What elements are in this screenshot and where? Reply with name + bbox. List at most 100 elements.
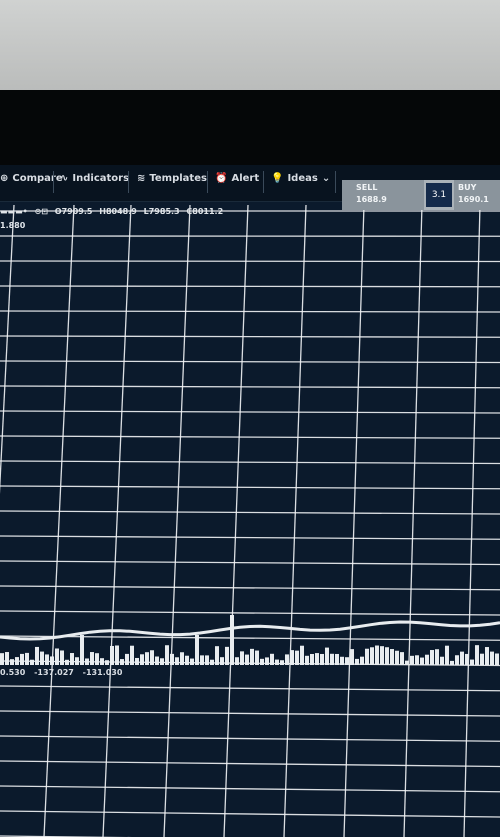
grid-line-horizontal xyxy=(0,460,500,465)
volume-bar xyxy=(325,647,329,665)
grid-line-horizontal xyxy=(0,560,500,566)
volume-bar xyxy=(285,654,289,665)
grid-line-horizontal xyxy=(0,710,500,717)
volume-bar xyxy=(140,654,144,665)
volume-bar xyxy=(450,660,454,665)
ohlc-legend: ▬▬▬• ⊙⊡ O7909.5 H8048.9 L7985.3 C8011.2 xyxy=(0,207,227,216)
volume-bar xyxy=(245,654,249,665)
volume-bar xyxy=(280,660,284,665)
volume-bar xyxy=(165,645,169,665)
volume-bar xyxy=(110,645,114,665)
volume-bar xyxy=(10,659,14,665)
grid-line-horizontal xyxy=(0,360,500,364)
chart-grid xyxy=(0,204,500,837)
toolbar-divider xyxy=(53,171,54,193)
volume-bar xyxy=(240,651,244,665)
volume-bar xyxy=(265,657,269,665)
volume-bar xyxy=(215,646,219,665)
grid-line-horizontal xyxy=(0,485,500,490)
grid-line-horizontal xyxy=(0,760,500,768)
grid-line-vertical xyxy=(0,204,15,495)
volume-bar xyxy=(455,655,459,665)
ideas-button[interactable]: 💡 Ideas ⌄ xyxy=(271,173,330,184)
volume-bar xyxy=(415,655,419,665)
grid-line-horizontal xyxy=(0,735,500,742)
volume-bar xyxy=(50,656,54,665)
grid-line-vertical xyxy=(223,204,249,837)
high-value: H8048.9 xyxy=(99,207,137,216)
volume-bar xyxy=(425,654,429,665)
spread-value: 3.1 xyxy=(426,183,452,207)
volume-bar xyxy=(270,653,274,665)
volume-bar xyxy=(395,650,399,665)
volume-bar xyxy=(360,656,364,665)
volume-bar xyxy=(235,657,239,665)
volume-bar xyxy=(145,652,149,665)
volume-bar xyxy=(125,653,129,665)
volume-bar xyxy=(90,652,94,665)
volume-bar xyxy=(105,660,109,665)
volume-bar xyxy=(375,645,379,665)
volume-bar xyxy=(410,655,414,665)
grid-line-horizontal xyxy=(0,535,500,540)
grid-line-vertical xyxy=(102,204,132,837)
grid-line-horizontal xyxy=(0,635,500,641)
volume-bar xyxy=(195,635,199,665)
grid-line-horizontal xyxy=(0,335,500,338)
toolbar-divider xyxy=(207,171,208,193)
volume-bar xyxy=(480,653,484,665)
volume-bar xyxy=(135,657,139,665)
volume-bar xyxy=(60,650,64,665)
volume-bar xyxy=(75,657,79,665)
volume-bar xyxy=(85,658,89,665)
indicators-icon: ∿ xyxy=(60,173,69,184)
volume-bar xyxy=(390,649,394,665)
grid-line-horizontal xyxy=(0,610,500,616)
chevron-down-icon: ⌄ xyxy=(321,173,331,184)
volume-bar xyxy=(200,655,204,665)
volume-bar xyxy=(310,653,314,665)
grid-line-horizontal xyxy=(0,410,500,414)
volume-bar xyxy=(210,659,214,665)
templates-button[interactable]: ≋ Templates xyxy=(137,173,207,184)
volume-bar xyxy=(35,646,39,665)
grid-line-horizontal xyxy=(0,260,500,263)
volume-bar xyxy=(320,653,324,665)
buy-button[interactable]: BUY 1690.1 xyxy=(454,180,500,210)
volume-bar xyxy=(20,653,24,665)
volume-bar xyxy=(70,653,74,665)
volume-bar xyxy=(295,650,299,665)
background-wall xyxy=(0,0,500,95)
grid-line-horizontal xyxy=(0,810,500,818)
grid-line-horizontal xyxy=(0,685,500,692)
volume-bar xyxy=(475,645,479,665)
volume-bar xyxy=(430,650,434,665)
sell-button[interactable]: SELL 1688.9 xyxy=(342,180,424,210)
volume-bar xyxy=(55,648,59,665)
alert-button[interactable]: ⏰ Alert xyxy=(215,173,259,184)
volume-bar xyxy=(190,658,194,665)
volume-bar xyxy=(40,651,44,665)
grid-line-vertical xyxy=(283,204,307,837)
visibility-toggle-icon[interactable]: ⊙⊡ xyxy=(35,207,48,216)
grid-line-horizontal xyxy=(0,510,500,515)
volume-bar xyxy=(95,653,99,665)
templates-icon: ≋ xyxy=(137,173,146,184)
volume-bar xyxy=(130,645,134,665)
volume-bar xyxy=(315,653,319,665)
grid-line-horizontal xyxy=(0,285,500,288)
volume-bar xyxy=(115,645,119,665)
volume-bar xyxy=(255,650,259,665)
symbol-fragment: ▬▬▬• xyxy=(0,207,28,216)
volume-bar xyxy=(420,657,424,665)
volume-bar xyxy=(465,653,469,665)
volume-bar xyxy=(100,658,104,665)
sell-buy-panel: SELL 1688.9 3.1 BUY 1690.1 xyxy=(342,180,500,210)
grid-line-vertical xyxy=(163,204,191,837)
volume-bar xyxy=(225,646,229,665)
volume-bar xyxy=(45,654,49,665)
low-value: L7985.3 xyxy=(143,207,180,216)
trading-chart-screen: ⊕ Compare ∿ Indicators ≋ Templates ⏰ Ale… xyxy=(0,165,500,837)
indicators-button[interactable]: ∿ Indicators xyxy=(60,173,129,184)
volume-bar xyxy=(160,658,164,665)
